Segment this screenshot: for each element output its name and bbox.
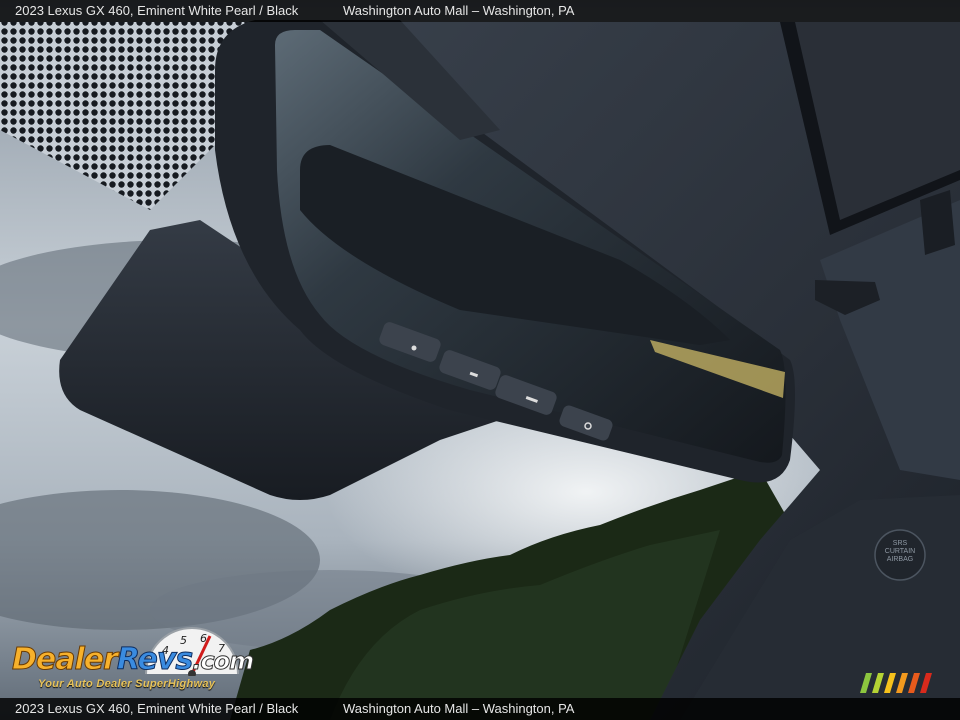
dealer-caption: Washington Auto Mall – Washington, PA bbox=[343, 3, 575, 18]
logo-wordmark-dealer: Dealer bbox=[12, 642, 119, 678]
airbag-label: SRS CURTAIN AIRBAG bbox=[877, 540, 923, 564]
vehicle-caption: 2023 Lexus GX 460, Eminent White Pearl /… bbox=[15, 3, 299, 18]
caption-bar-bottom: 2023 Lexus GX 460, Eminent White Pearl /… bbox=[0, 698, 960, 720]
logo-wordmark: DealerRevs.com bbox=[12, 642, 255, 678]
stripe-5 bbox=[920, 673, 932, 693]
stripe-0 bbox=[860, 673, 872, 693]
stripe-3 bbox=[896, 673, 908, 693]
logo-tagline: Your Auto Dealer SuperHighway bbox=[38, 678, 216, 690]
airbag-label-line3: AIRBAG bbox=[886, 556, 914, 563]
dealerrevs-logo: 4 5 6 7 DealerRevs.com Your Auto Dealer … bbox=[12, 624, 268, 696]
interior-photo bbox=[0, 0, 960, 720]
stripe-2 bbox=[884, 673, 896, 693]
stripe-4 bbox=[908, 673, 920, 693]
dealer-caption-bottom: Washington Auto Mall – Washington, PA bbox=[343, 701, 575, 716]
photo-stage: SRS CURTAIN AIRBAG 2023 Lexus GX 460, Em… bbox=[0, 0, 960, 720]
airbag-label-line2: CURTAIN bbox=[884, 548, 916, 555]
logo-wordmark-com: .com bbox=[192, 647, 255, 676]
airbag-label-line1: SRS bbox=[892, 540, 908, 547]
stripe-1 bbox=[872, 673, 884, 693]
stripes-logo-icon bbox=[860, 673, 932, 693]
vehicle-caption-bottom: 2023 Lexus GX 460, Eminent White Pearl /… bbox=[15, 701, 299, 716]
logo-wordmark-revs: Revs bbox=[116, 642, 193, 678]
caption-bar-top: 2023 Lexus GX 460, Eminent White Pearl /… bbox=[0, 0, 960, 22]
